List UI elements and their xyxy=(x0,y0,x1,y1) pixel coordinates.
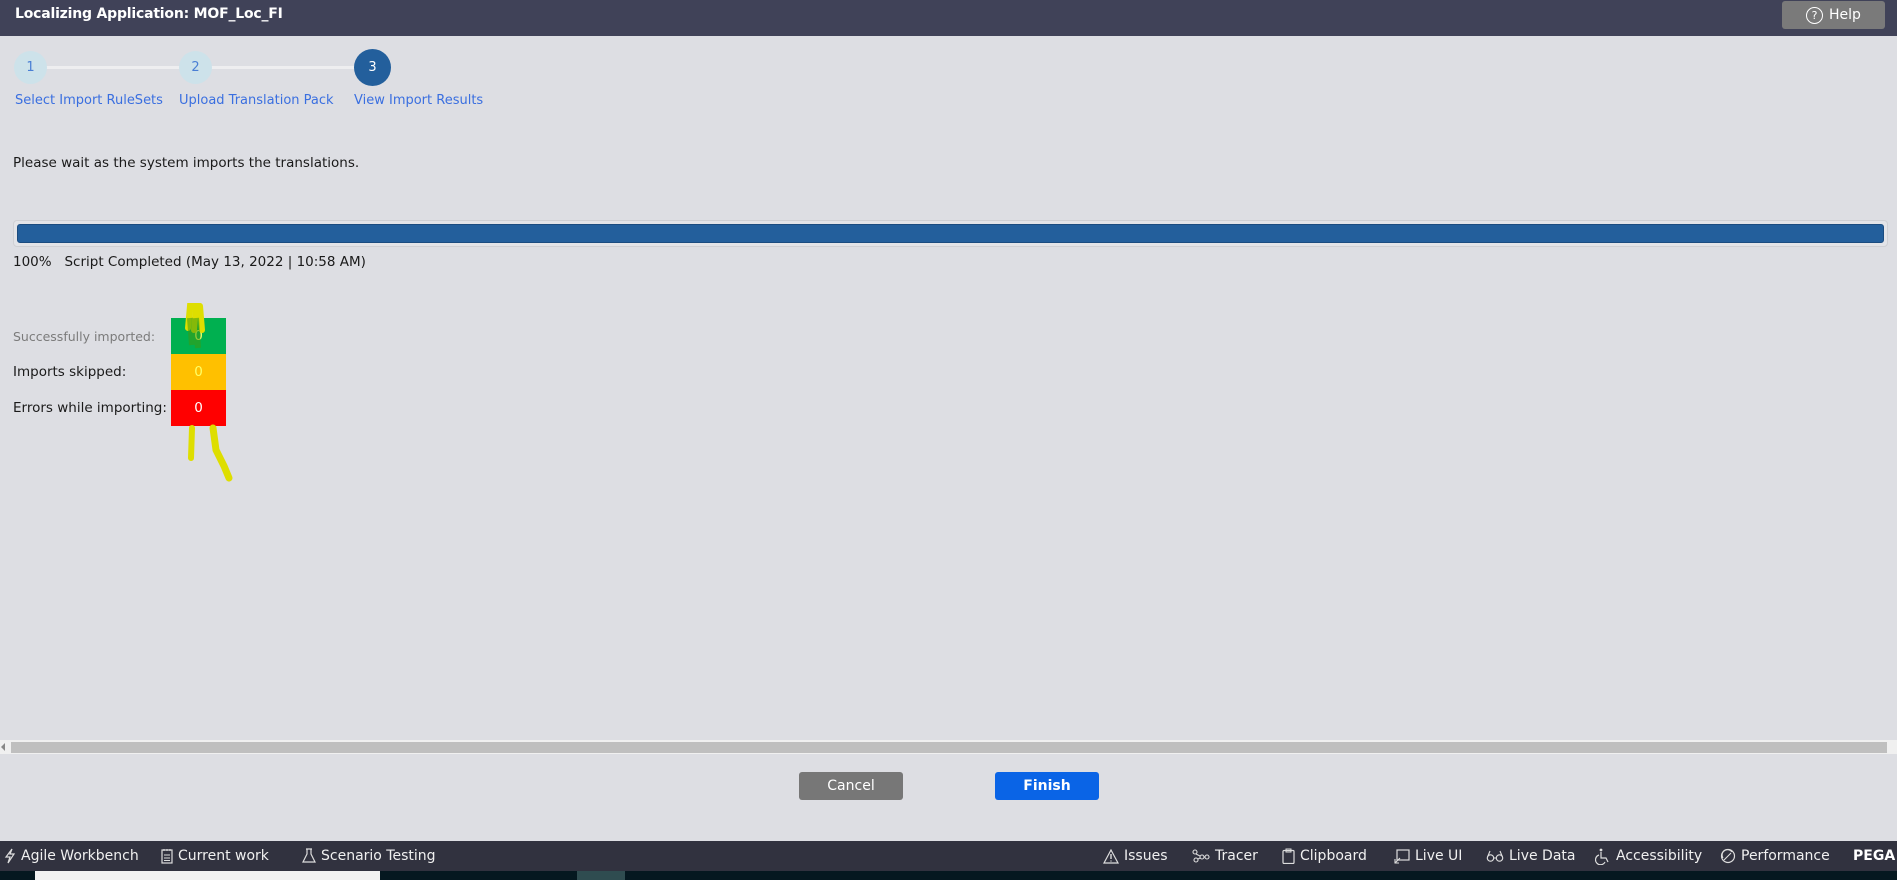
app-header: Localizing Application: MOF_Loc_FI ? Hel… xyxy=(0,0,1897,36)
result-row-success: Successfully imported: xyxy=(13,318,171,354)
toolbar-label: Clipboard xyxy=(1300,848,1367,864)
lightning-icon xyxy=(4,848,16,864)
agile-workbench-button[interactable]: Agile Workbench xyxy=(4,841,139,871)
toolbar-label: Agile Workbench xyxy=(21,848,139,864)
result-label: Imports skipped: xyxy=(13,364,127,380)
toolbar-label: Tracer xyxy=(1215,848,1258,864)
taskbar-active-app[interactable] xyxy=(577,871,625,880)
help-label: Help xyxy=(1829,7,1861,23)
progress-bar-fill xyxy=(17,224,1884,243)
success-count-badge: 0 xyxy=(171,318,226,354)
live-data-button[interactable]: Live Data xyxy=(1486,841,1575,871)
issues-button[interactable]: Issues xyxy=(1103,841,1168,871)
toolbar-label: Live UI xyxy=(1415,848,1463,864)
result-row-skipped: Imports skipped: xyxy=(13,354,171,390)
progress-percent: 100% xyxy=(13,254,52,270)
cancel-button[interactable]: Cancel xyxy=(799,772,903,800)
developer-toolbar: Agile Workbench Current work Scenario Te… xyxy=(0,841,1897,871)
notepad-icon xyxy=(161,849,173,864)
current-work-button[interactable]: Current work xyxy=(161,841,269,871)
result-label: Successfully imported: xyxy=(13,328,156,344)
clipboard-button[interactable]: Clipboard xyxy=(1282,841,1367,871)
warning-icon xyxy=(1103,848,1119,864)
tracer-icon xyxy=(1192,849,1210,863)
highlighter-stroke xyxy=(188,425,195,461)
toolbar-label: Performance xyxy=(1741,848,1830,864)
toolbar-label: Accessibility xyxy=(1616,848,1703,864)
step-connector xyxy=(46,66,182,69)
step-1-label[interactable]: Select Import RuleSets xyxy=(15,93,163,108)
clipboard-icon xyxy=(1282,848,1295,864)
taskbar-search-field[interactable] xyxy=(35,871,380,880)
result-label: Errors while importing: xyxy=(13,400,167,416)
gauge-icon xyxy=(1720,848,1736,864)
scroll-left-arrow-icon[interactable] xyxy=(1,743,5,751)
toolbar-label: Live Data xyxy=(1509,848,1576,864)
step-2-label[interactable]: Upload Translation Pack xyxy=(179,93,334,108)
tracer-button[interactable]: Tracer xyxy=(1192,841,1258,871)
help-button[interactable]: ? Help xyxy=(1782,1,1885,29)
step-connector xyxy=(211,66,355,69)
highlighter-stroke xyxy=(209,424,233,482)
progress-bar xyxy=(13,220,1888,247)
scenario-testing-button[interactable]: Scenario Testing xyxy=(302,841,436,871)
step-3-indicator[interactable]: 3 xyxy=(354,49,391,86)
toolbar-label: Issues xyxy=(1124,848,1168,864)
flask-icon xyxy=(302,848,316,863)
pega-logo: PEGA xyxy=(1853,848,1896,864)
toolbar-label: Current work xyxy=(178,848,269,864)
accessibility-icon xyxy=(1595,848,1609,865)
performance-button[interactable]: Performance xyxy=(1720,841,1830,871)
result-row-errors: Errors while importing: xyxy=(13,390,171,426)
live-ui-icon xyxy=(1394,848,1410,864)
skipped-count-badge: 0 xyxy=(171,354,226,390)
step-3-label[interactable]: View Import Results xyxy=(354,93,483,108)
finish-button[interactable]: Finish xyxy=(995,772,1099,800)
toolbar-label: Scenario Testing xyxy=(321,848,436,864)
accessibility-button[interactable]: Accessibility xyxy=(1595,841,1702,871)
live-ui-button[interactable]: Live UI xyxy=(1394,841,1462,871)
horizontal-scrollbar[interactable] xyxy=(0,740,1897,754)
progress-status-text: Script Completed (May 13, 2022 | 10:58 A… xyxy=(64,254,366,270)
scrollbar-thumb[interactable] xyxy=(11,742,1887,753)
wait-message: Please wait as the system imports the tr… xyxy=(13,155,360,171)
glasses-icon xyxy=(1486,850,1504,862)
progress-status: 100% Script Completed (May 13, 2022 | 10… xyxy=(13,254,366,270)
errors-count-badge: 0 xyxy=(171,390,226,426)
step-2-indicator[interactable]: 2 xyxy=(179,51,212,84)
os-taskbar xyxy=(0,871,1897,880)
help-icon: ? xyxy=(1806,6,1824,24)
page-title: Localizing Application: MOF_Loc_FI xyxy=(15,6,283,22)
step-1-indicator[interactable]: 1 xyxy=(14,51,47,84)
